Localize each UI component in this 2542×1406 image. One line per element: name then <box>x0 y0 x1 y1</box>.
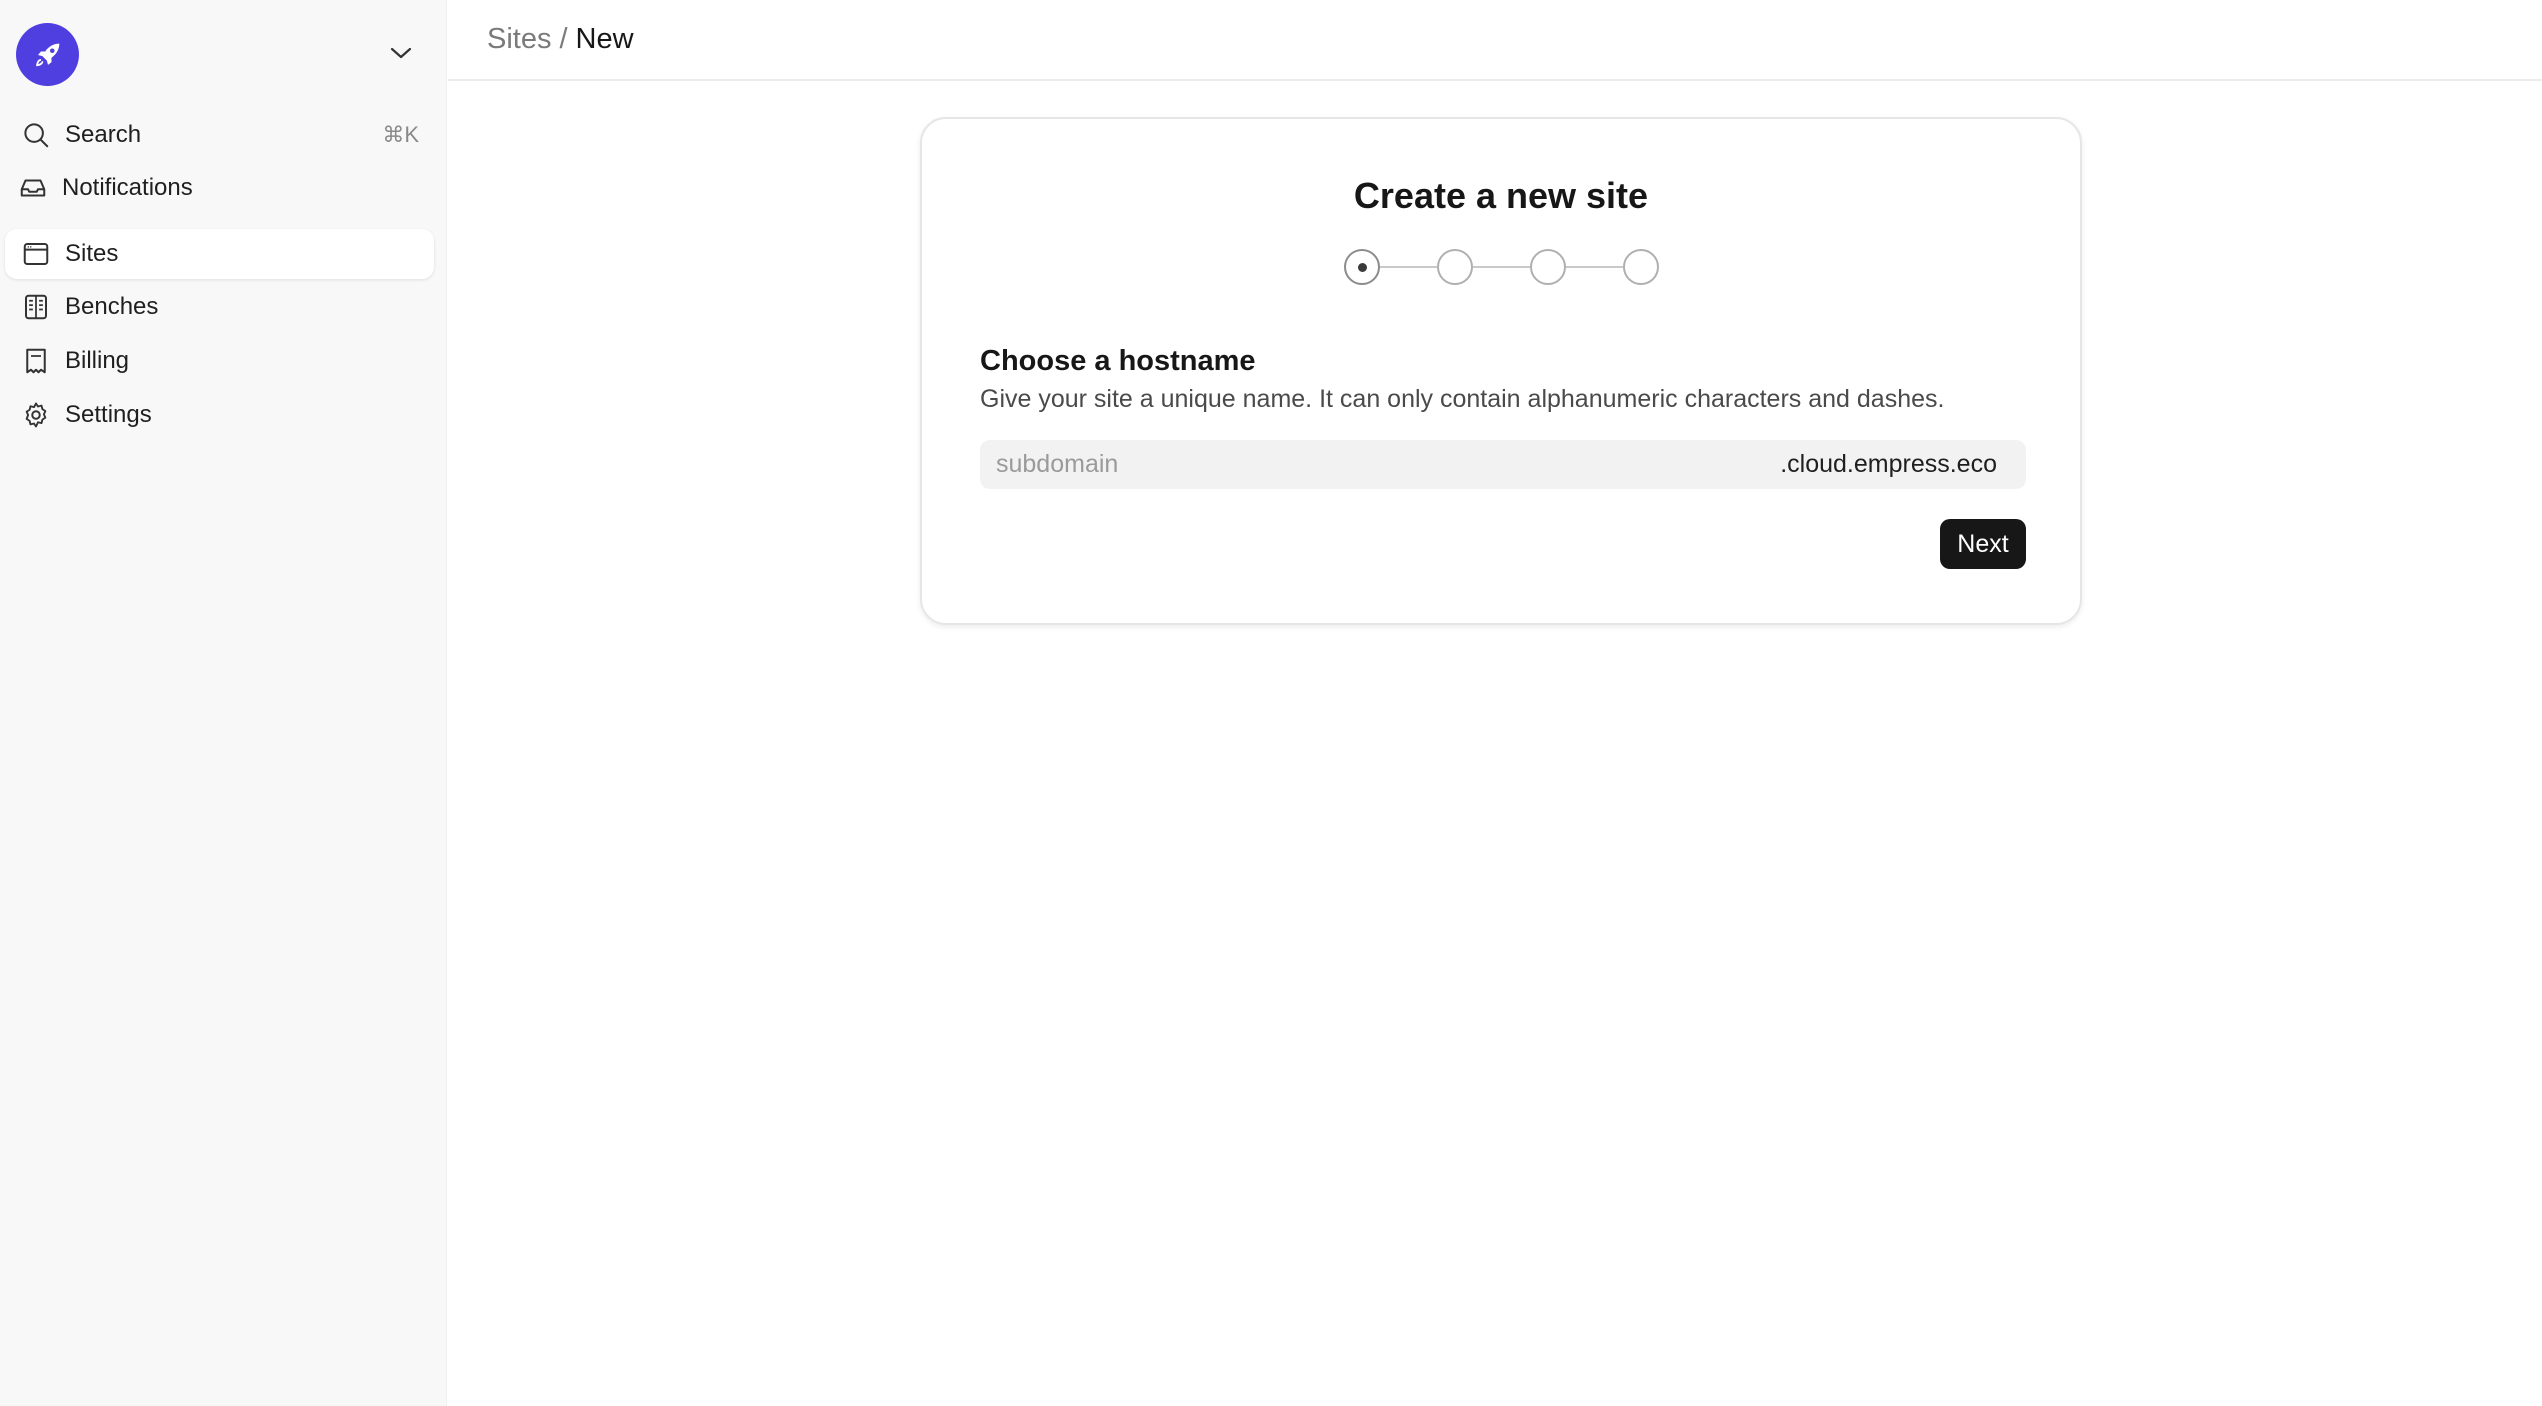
sidebar-item-label: Billing <box>65 347 130 374</box>
sidebar-item-search[interactable]: Search ⌘K <box>5 110 434 160</box>
rocket-logo-icon <box>16 23 79 86</box>
step-4 <box>1623 249 1659 285</box>
section-description: Give your site a unique name. It can onl… <box>980 385 1945 413</box>
new-site-card: Create a new site Choose a hostname Give… <box>920 117 2082 625</box>
search-icon <box>19 118 53 152</box>
sidebar-item-label: Benches <box>65 293 159 320</box>
step-2 <box>1437 249 1473 285</box>
sidebar-item-billing[interactable]: Billing <box>5 336 434 386</box>
sidebar-item-label: Sites <box>65 240 119 267</box>
breadcrumb-parent-link[interactable]: Sites <box>487 23 551 56</box>
team-switcher[interactable] <box>0 0 447 110</box>
step-3 <box>1530 249 1566 285</box>
breadcrumb: Sites / New <box>448 0 2542 81</box>
step-connector <box>1473 266 1530 268</box>
search-shortcut-badge: ⌘K <box>382 122 419 147</box>
next-button[interactable]: Next <box>1940 519 2026 569</box>
sidebar-item-notifications[interactable]: Notifications <box>5 163 434 213</box>
sidebar: Search ⌘K Notifications Sites Benches Bi… <box>0 0 447 1406</box>
chevron-down-icon[interactable] <box>384 38 418 68</box>
browser-window-icon <box>19 237 53 271</box>
step-indicator <box>1344 247 1664 287</box>
sidebar-item-label: Notifications <box>62 174 193 201</box>
section-title: Choose a hostname <box>980 345 1256 377</box>
receipt-icon <box>19 344 53 378</box>
sidebar-item-settings[interactable]: Settings <box>5 390 434 440</box>
page-title: Create a new site <box>1353 175 1649 216</box>
hostname-field: .cloud.empress.eco <box>980 440 2026 489</box>
bench-columns-icon <box>19 290 53 324</box>
gear-icon <box>19 398 53 432</box>
step-connector <box>1566 266 1623 268</box>
sidebar-item-benches[interactable]: Benches <box>5 282 434 332</box>
app-root: Search ⌘K Notifications Sites Benches Bi… <box>0 0 2542 1406</box>
step-connector <box>1380 266 1437 268</box>
sidebar-item-label: Settings <box>65 401 152 428</box>
breadcrumb-current: New <box>575 23 634 55</box>
subdomain-input[interactable] <box>980 440 1781 489</box>
sidebar-item-label: Search <box>65 121 142 148</box>
sidebar-item-sites[interactable]: Sites <box>5 229 434 279</box>
breadcrumb-separator: / <box>559 23 568 55</box>
step-1 <box>1344 249 1380 285</box>
inbox-icon <box>16 171 50 205</box>
domain-suffix: .cloud.empress.eco <box>1780 450 1997 478</box>
